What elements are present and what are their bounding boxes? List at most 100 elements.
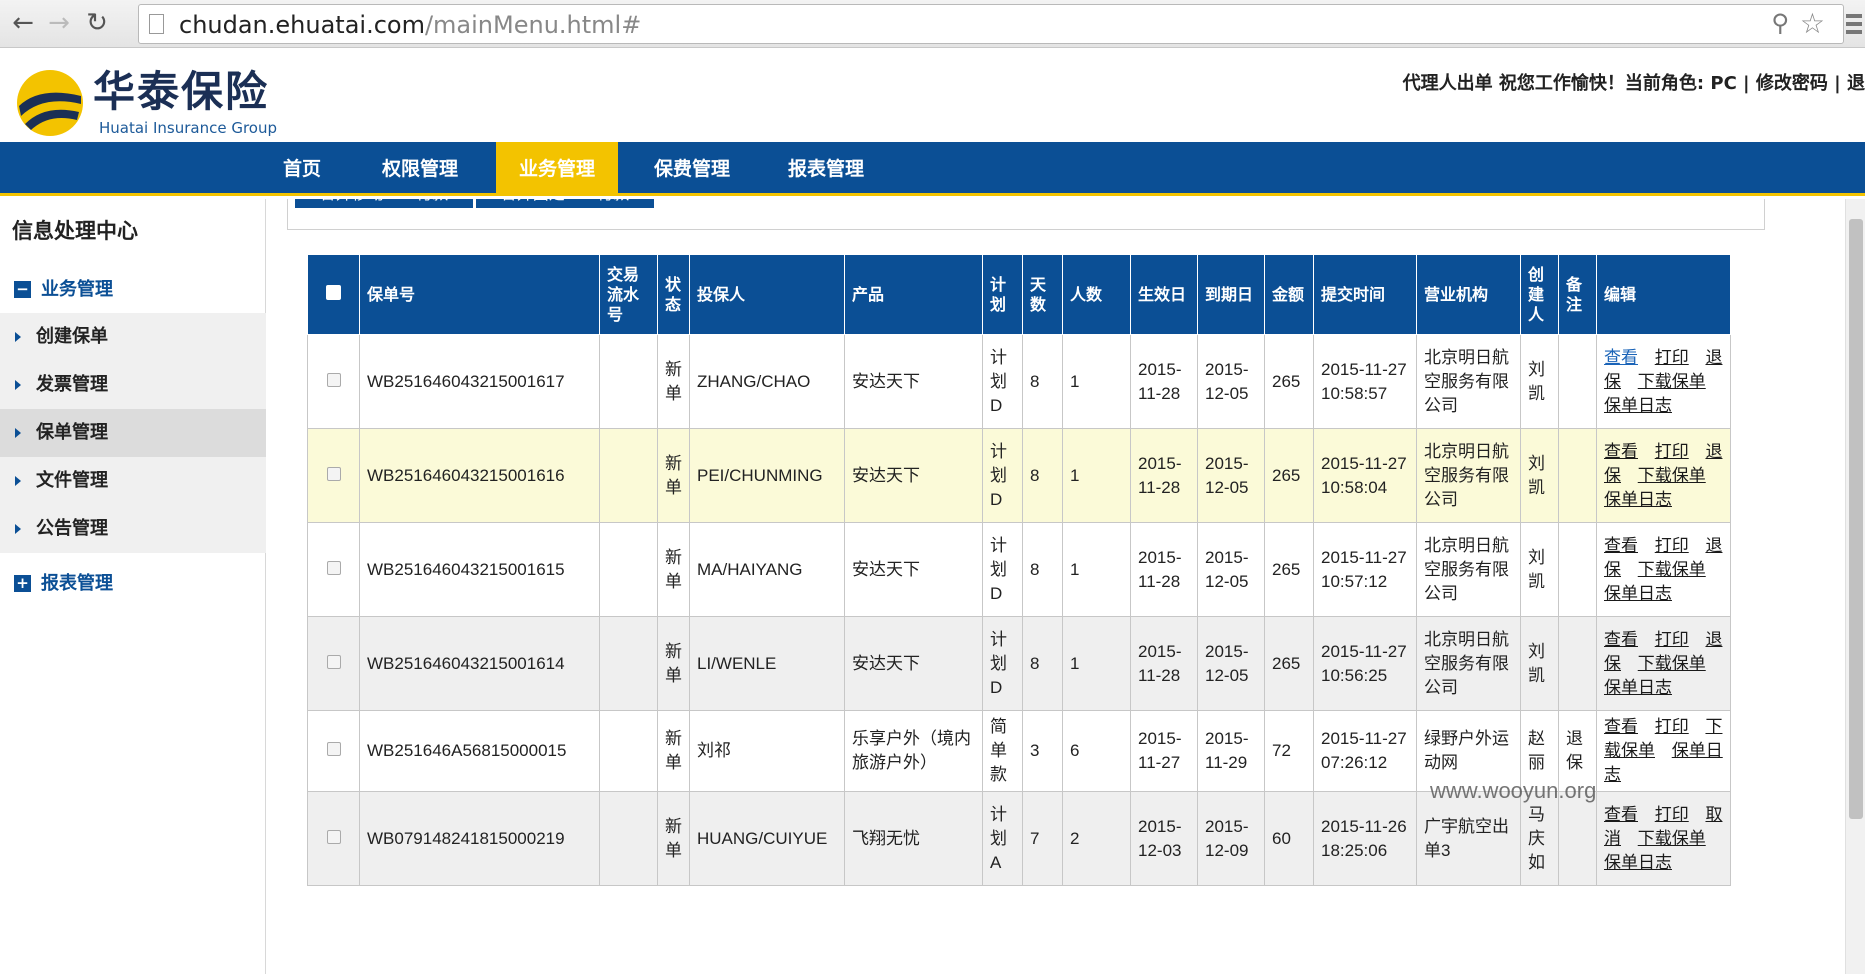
sidebar-group-business[interactable]: − 业务管理 — [14, 275, 113, 301]
cell-policy-number: WB251646A56815000015 — [359, 710, 600, 792]
col-org: 营业机构 — [1416, 254, 1521, 335]
action-link[interactable]: 下载保单 — [1638, 654, 1706, 673]
action-link[interactable]: 查看 — [1604, 442, 1638, 461]
action-link[interactable]: 保单日志 — [1604, 490, 1672, 509]
arrow-right-icon — [15, 332, 21, 342]
cell-status: 新单 — [657, 522, 690, 617]
cell-txn-number — [599, 334, 658, 429]
sidebar-group-report[interactable]: + 报表管理 — [14, 569, 113, 595]
vertical-scrollbar[interactable] — [1845, 199, 1865, 974]
row-checkbox-cell[interactable] — [307, 791, 360, 886]
action-link[interactable]: 查看 — [1604, 536, 1638, 555]
col-people: 人数 — [1062, 254, 1131, 335]
row-checkbox[interactable] — [326, 560, 341, 575]
cell-end-date: 2015-12-05 — [1197, 428, 1265, 523]
nav-report[interactable]: 报表管理 — [770, 142, 882, 193]
action-link[interactable]: 保单日志 — [1604, 853, 1672, 872]
action-link[interactable]: 查看 — [1604, 348, 1638, 367]
col-status: 状态 — [657, 254, 690, 335]
action-link[interactable]: 打印 — [1655, 630, 1689, 649]
main-content: 合并移动POS付款 合并固定POS付款 保单号 交易流水号 状态 投保人 产品 … — [267, 199, 1865, 974]
browser-menu-icon[interactable] — [1846, 10, 1862, 38]
row-checkbox-cell[interactable] — [307, 522, 360, 617]
action-link[interactable]: 打印 — [1655, 536, 1689, 555]
cell-days: 8 — [1022, 616, 1063, 711]
action-link[interactable]: 下载保单 — [1638, 560, 1706, 579]
table-row[interactable]: WB251646043215001614 新单 LI/WENLE 安达天下 计划D 8 1 2… — [307, 616, 1731, 711]
row-checkbox[interactable] — [326, 372, 341, 387]
user-info-bar[interactable]: 代理人出单 祝您工作愉快！当前角色: PC | 修改密码 | 退 — [1403, 69, 1865, 95]
table-row[interactable]: WB251646043215001617 新单 ZHANG/CHAO 安达天下 计划D 8… — [307, 334, 1731, 429]
action-link[interactable]: 查看 — [1604, 717, 1638, 736]
action-link[interactable]: 打印 — [1655, 717, 1689, 736]
cell-amount: 60 — [1264, 791, 1314, 886]
col-policy: 保单号 — [359, 254, 600, 335]
action-link[interactable]: 保单日志 — [1604, 678, 1672, 697]
collapse-icon[interactable]: − — [14, 281, 31, 298]
action-link[interactable]: 打印 — [1655, 442, 1689, 461]
url-text[interactable]: chudan.ehuatai.com/mainMenu.html# — [179, 11, 641, 39]
action-link[interactable]: 保单日志 — [1604, 584, 1672, 603]
row-checkbox[interactable] — [326, 466, 341, 481]
row-checkbox-cell[interactable] — [307, 616, 360, 711]
nav-home[interactable]: 首页 — [262, 142, 342, 193]
reload-icon[interactable]: ↻ — [80, 6, 114, 40]
sidebar-item-invoice[interactable]: 发票管理 — [0, 361, 266, 409]
table-row[interactable]: WB251646043215001616 新单 PEI/CHUNMING 安达天下 计划… — [307, 428, 1731, 523]
scrollbar-thumb[interactable] — [1849, 219, 1863, 819]
row-checkbox-cell[interactable] — [307, 428, 360, 523]
row-checkbox[interactable] — [326, 742, 341, 756]
table-header-row: 保单号 交易流水号 状态 投保人 产品 计划 天数 人数 生效日 到期日 金额 … — [307, 254, 1731, 335]
row-checkbox-cell[interactable] — [307, 334, 360, 429]
cell-txn-number — [599, 791, 658, 886]
nav-business[interactable]: 业务管理 — [496, 142, 618, 193]
row-checkbox[interactable] — [326, 654, 341, 669]
select-all-checkbox[interactable] — [326, 284, 341, 300]
sidebar-item-files[interactable]: 文件管理 — [0, 457, 266, 505]
action-link[interactable]: 打印 — [1655, 805, 1689, 824]
cell-submit-time: 2015-11-27 10:58:57 — [1313, 334, 1417, 429]
cell-amount: 265 — [1264, 522, 1314, 617]
cell-policy-number: WB251646043215001616 — [359, 428, 600, 523]
merge-mobile-pos-button[interactable]: 合并移动POS付款 — [295, 199, 473, 208]
cell-plan: 计划D — [982, 334, 1023, 429]
cell-org: 北京明日航空服务有限公司 — [1416, 616, 1521, 711]
nav-premium[interactable]: 保费管理 — [636, 142, 748, 193]
header-checkbox-cell[interactable] — [307, 254, 360, 335]
action-link[interactable]: 查看 — [1604, 805, 1638, 824]
cell-people: 1 — [1062, 334, 1131, 429]
cell-policy-number: WB251646043215001615 — [359, 522, 600, 617]
col-product: 产品 — [844, 254, 983, 335]
cell-actions: 查看 打印 取消 下载保单 保单日志 — [1596, 791, 1731, 886]
back-arrow-icon[interactable]: ← — [6, 6, 40, 40]
sidebar-item-create-policy[interactable]: 创建保单 — [0, 313, 266, 361]
sidebar-item-notice[interactable]: 公告管理 — [0, 505, 266, 553]
key-icon[interactable]: ⚲ — [1771, 9, 1789, 37]
cell-people: 2 — [1062, 791, 1131, 886]
address-bar[interactable]: chudan.ehuatai.com/mainMenu.html# ⚲ ☆ — [138, 4, 1844, 44]
row-checkbox[interactable] — [326, 829, 341, 844]
cell-people: 1 — [1062, 616, 1131, 711]
cell-org: 北京明日航空服务有限公司 — [1416, 428, 1521, 523]
table-row[interactable]: WB251646043215001615 新单 MA/HAIYANG 安达天下 计划D 8… — [307, 522, 1731, 617]
action-link[interactable]: 打印 — [1655, 348, 1689, 367]
action-link[interactable]: 查看 — [1604, 630, 1638, 649]
nav-permission[interactable]: 权限管理 — [362, 142, 478, 193]
table-row[interactable]: WB079148241815000219 新单 HUANG/CUIYUE 飞翔无忧 计划… — [307, 791, 1731, 886]
action-link[interactable]: 下载保单 — [1638, 372, 1706, 391]
action-link[interactable]: 下载保单 — [1638, 466, 1706, 485]
col-note: 备注 — [1558, 254, 1597, 335]
row-checkbox-cell[interactable] — [307, 710, 360, 792]
col-plan: 计划 — [982, 254, 1023, 335]
sidebar-item-policy-manage[interactable]: 保单管理 — [0, 409, 266, 457]
merge-fixed-pos-button[interactable]: 合并固定POS付款 — [476, 199, 654, 208]
bookmark-star-icon[interactable]: ☆ — [1800, 7, 1825, 40]
cell-actions: 查看 打印 退保 下载保单 保单日志 — [1596, 428, 1731, 523]
action-link[interactable]: 保单日志 — [1604, 396, 1672, 415]
cell-note — [1558, 428, 1597, 523]
cell-policy-holder: ZHANG/CHAO — [689, 334, 845, 429]
expand-icon[interactable]: + — [14, 575, 31, 592]
col-days: 天数 — [1022, 254, 1063, 335]
action-link[interactable]: 下载保单 — [1638, 829, 1706, 848]
forward-arrow-icon[interactable]: → — [42, 6, 76, 40]
